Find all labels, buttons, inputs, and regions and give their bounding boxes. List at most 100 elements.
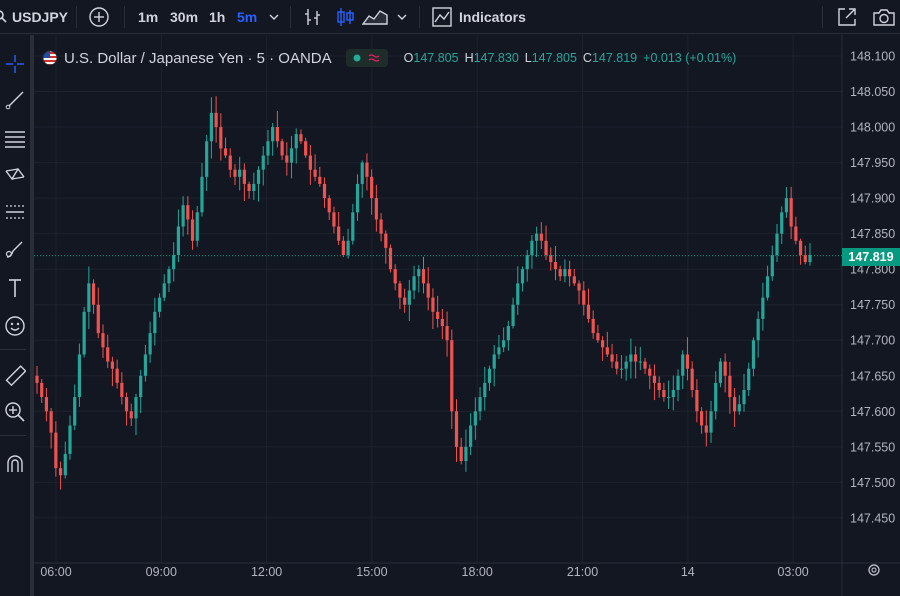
time-axis-label: 14	[681, 565, 695, 579]
interval-label: 1h	[209, 9, 226, 25]
candle-body	[417, 269, 421, 277]
crosshair-icon	[4, 53, 26, 75]
interval-label: 1m	[138, 9, 159, 25]
forecast-icon	[4, 201, 26, 223]
area-chart-icon	[362, 6, 388, 28]
time-axis-label: 18:00	[462, 565, 493, 579]
candle-body	[403, 297, 407, 305]
open-value: O147.805	[404, 51, 459, 65]
settings-gear-icon[interactable]	[868, 564, 880, 576]
candle-body	[124, 397, 129, 412]
candle-body	[638, 361, 642, 363]
chart-pane[interactable]: 148.100 148.050 148.000 147.950 147.900 147.8…	[34, 35, 900, 596]
low-label: L	[524, 51, 532, 65]
candle-body	[351, 212, 355, 241]
candle-body	[148, 333, 152, 355]
icon-tool[interactable]	[0, 311, 30, 341]
candle-body	[690, 368, 694, 390]
candle-body	[252, 183, 256, 192]
crosshair-tool[interactable]	[0, 49, 30, 79]
indicators-button[interactable]: Indicators	[431, 0, 526, 34]
toolbar-divider	[124, 6, 125, 28]
price-axis-label: 147.750	[850, 298, 895, 312]
candle-body	[205, 141, 209, 177]
low-value: L147.805	[525, 51, 577, 65]
price-axis-label: 147.650	[850, 369, 895, 383]
candle-body	[58, 468, 63, 476]
candle-body	[393, 269, 397, 284]
candle-body	[172, 254, 176, 270]
candle-body	[652, 375, 657, 383]
candle-body	[624, 361, 628, 369]
candle-body	[87, 283, 91, 312]
interval-5m[interactable]: 5m	[237, 0, 257, 34]
candle-body	[360, 162, 364, 184]
snapshot-button[interactable]	[872, 0, 896, 34]
candle-body	[40, 382, 44, 398]
zoom-in-icon	[4, 401, 26, 423]
interval-1h[interactable]: 1h	[209, 0, 225, 34]
top-toolbar: USDJPY 1m 30m 1h 5m Indicators	[0, 0, 900, 34]
candle-body	[233, 169, 237, 177]
plus-circle-icon	[88, 6, 110, 28]
prediction-tool[interactable]	[0, 197, 30, 227]
brush-icon	[4, 239, 26, 261]
trend-line-tool[interactable]	[0, 85, 30, 115]
candle-body	[91, 283, 96, 305]
candle-body	[666, 397, 671, 399]
candle-body	[464, 446, 468, 462]
candle-body	[775, 233, 779, 255]
text-tool[interactable]	[0, 273, 30, 303]
area-style-button[interactable]	[362, 0, 388, 34]
measure-tool[interactable]	[0, 361, 30, 391]
us-flag-icon	[42, 50, 58, 66]
candle-body	[365, 162, 369, 177]
candle-body	[162, 283, 166, 298]
candle-body	[714, 382, 718, 412]
candle-body	[261, 155, 265, 170]
current-price-label: 147.819	[842, 248, 900, 266]
candle-body	[139, 375, 143, 398]
candles-style-button[interactable]	[334, 0, 356, 34]
candlestick-chart[interactable]: 148.100 148.050 148.000 147.950 147.900 147.8…	[34, 35, 900, 596]
chart-legend: U.S. Dollar / Japanese Yen · 5 · OANDA O…	[42, 47, 736, 69]
candle-body	[54, 432, 58, 469]
bar-style-button[interactable]	[302, 0, 324, 34]
interval-1m[interactable]: 1m	[138, 0, 158, 34]
magnet-tool[interactable]	[0, 449, 30, 479]
candle-body	[214, 112, 218, 128]
symbol-title[interactable]: U.S. Dollar / Japanese Yen · 5 · OANDA	[64, 50, 332, 67]
candle-body	[784, 198, 789, 213]
pattern-tool[interactable]	[0, 159, 30, 189]
wave-icon	[368, 53, 380, 63]
candle-body	[516, 283, 520, 305]
interval-30m[interactable]: 30m	[170, 0, 198, 34]
candle-body	[553, 262, 558, 270]
search-icon	[0, 10, 8, 24]
chart-style-dropdown[interactable]	[396, 0, 408, 34]
candle-body	[228, 155, 232, 170]
time-axis-label: 15:00	[356, 565, 387, 579]
candle-body	[167, 269, 171, 284]
compare-symbol-button[interactable]	[88, 0, 110, 34]
close-label: C	[582, 51, 592, 65]
text-icon	[4, 277, 26, 299]
fib-tool[interactable]	[0, 123, 30, 153]
bars-icon	[302, 6, 324, 28]
candle-body	[747, 368, 751, 390]
chevron-down-icon	[396, 11, 408, 23]
symbol-search-button[interactable]: USDJPY	[0, 0, 68, 34]
candle-body	[304, 141, 308, 156]
brush-tool[interactable]	[0, 235, 30, 265]
candle-body	[506, 326, 510, 341]
time-axis-label: 06:00	[40, 565, 71, 579]
candle-body	[450, 340, 454, 412]
candle-body	[591, 318, 595, 334]
open-label: O	[403, 51, 414, 65]
interval-dropdown[interactable]	[268, 0, 280, 34]
trend-line-icon	[4, 89, 26, 111]
market-status-badge[interactable]	[345, 49, 388, 67]
fullscreen-button[interactable]	[836, 0, 858, 34]
candle-body	[280, 141, 284, 156]
zoom-tool[interactable]	[0, 397, 30, 427]
